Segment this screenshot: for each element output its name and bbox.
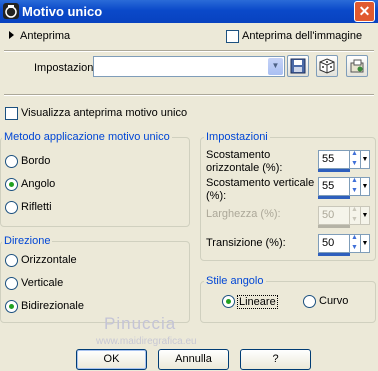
h-offset-spinner[interactable]: 55 ▼ bbox=[318, 150, 370, 172]
radio-orizzontale[interactable] bbox=[5, 254, 18, 267]
window-title: Motivo unico bbox=[22, 4, 103, 19]
transition-value[interactable]: 50 bbox=[318, 234, 350, 253]
width-spinner: 50 ▼ bbox=[318, 206, 370, 228]
preview-single-label[interactable]: Visualizza anteprima motivo unico bbox=[21, 107, 187, 119]
chevron-down-icon[interactable]: ▼ bbox=[361, 150, 370, 169]
watermark-name: Pinuccia bbox=[104, 314, 177, 333]
v-offset-spinner[interactable]: 55 ▼ bbox=[318, 177, 370, 199]
spin-arrows-icon[interactable] bbox=[350, 234, 361, 253]
chevron-down-icon[interactable]: ▼ bbox=[268, 58, 283, 75]
close-button[interactable]: ✕ bbox=[354, 1, 375, 22]
radio-bordo[interactable] bbox=[5, 155, 18, 168]
radio-verticale[interactable] bbox=[5, 277, 18, 290]
h-offset-value[interactable]: 55 bbox=[318, 150, 350, 169]
v-offset-value[interactable]: 55 bbox=[318, 177, 350, 196]
radio-curvo-label[interactable]: Curvo bbox=[319, 295, 348, 307]
corner-style-title: Stile angolo bbox=[204, 275, 266, 287]
h-offset-label: Scostamento bbox=[206, 149, 271, 161]
separator bbox=[4, 94, 374, 96]
transition-slider[interactable] bbox=[318, 253, 350, 256]
spin-arrows-icon[interactable] bbox=[350, 177, 361, 196]
title-bar: Motivo unico ✕ bbox=[0, 0, 378, 23]
settings-label: Impostazioni bbox=[34, 62, 96, 74]
h-offset-slider[interactable] bbox=[318, 169, 350, 172]
chevron-down-icon: ▼ bbox=[361, 206, 370, 225]
radio-bordo-label[interactable]: Bordo bbox=[21, 155, 50, 167]
radio-curvo[interactable] bbox=[303, 295, 316, 308]
watermark-url: www.maidiregrafica.eu bbox=[96, 336, 197, 347]
radio-bidirezionale-label[interactable]: Bidirezionale bbox=[21, 300, 84, 312]
transition-label: Transizione (%): bbox=[206, 237, 286, 249]
width-slider bbox=[318, 225, 350, 228]
radio-rifletti-label[interactable]: Rifletti bbox=[21, 201, 52, 213]
radio-bidirezionale[interactable] bbox=[5, 300, 18, 313]
spin-arrows-icon[interactable] bbox=[350, 150, 361, 169]
separator bbox=[4, 50, 374, 52]
preview-toggle-label[interactable]: Anteprima bbox=[20, 30, 70, 42]
v-offset-label-2: (%): bbox=[206, 190, 227, 202]
ok-button[interactable]: OK bbox=[76, 349, 147, 370]
chevron-down-icon[interactable]: ▼ bbox=[361, 234, 370, 253]
method-group-title: Metodo applicazione motivo unico bbox=[2, 131, 172, 143]
h-offset-label-2: orizzontale (%): bbox=[206, 162, 283, 174]
reset-button[interactable] bbox=[346, 55, 368, 77]
v-offset-label: Scostamento verticale bbox=[206, 177, 315, 189]
radio-lineare[interactable] bbox=[222, 295, 235, 308]
spin-arrows-icon bbox=[350, 206, 361, 225]
randomize-button[interactable] bbox=[316, 55, 338, 77]
direction-group-title: Direzione bbox=[2, 235, 53, 247]
help-button[interactable]: ? bbox=[240, 349, 311, 370]
radio-lineare-label[interactable]: Lineare bbox=[237, 295, 278, 309]
image-preview-label[interactable]: Anteprima dell'immagine bbox=[242, 30, 362, 42]
dice-icon bbox=[319, 58, 335, 74]
triangle-right-icon[interactable] bbox=[9, 31, 14, 39]
save-preset-button[interactable] bbox=[287, 55, 309, 77]
app-icon bbox=[3, 3, 19, 19]
cancel-button[interactable]: Annulla bbox=[158, 349, 229, 370]
image-preview-checkbox[interactable] bbox=[226, 30, 239, 43]
settings-group-title: Impostazioni bbox=[204, 131, 270, 143]
radio-verticale-label[interactable]: Verticale bbox=[21, 277, 63, 289]
radio-rifletti[interactable] bbox=[5, 201, 18, 214]
transition-spinner[interactable]: 50 ▼ bbox=[318, 234, 370, 256]
reset-defaults-icon bbox=[350, 59, 364, 73]
v-offset-slider[interactable] bbox=[318, 196, 350, 199]
width-value: 50 bbox=[318, 206, 350, 225]
floppy-disk-icon bbox=[290, 58, 306, 74]
preview-single-checkbox[interactable] bbox=[5, 107, 18, 120]
settings-dropdown[interactable]: ▼ bbox=[93, 56, 285, 77]
radio-angolo[interactable] bbox=[5, 178, 18, 191]
radio-orizzontale-label[interactable]: Orizzontale bbox=[21, 254, 77, 266]
width-label: Larghezza (%): bbox=[206, 208, 281, 220]
radio-angolo-label[interactable]: Angolo bbox=[21, 178, 55, 190]
chevron-down-icon[interactable]: ▼ bbox=[361, 177, 370, 196]
